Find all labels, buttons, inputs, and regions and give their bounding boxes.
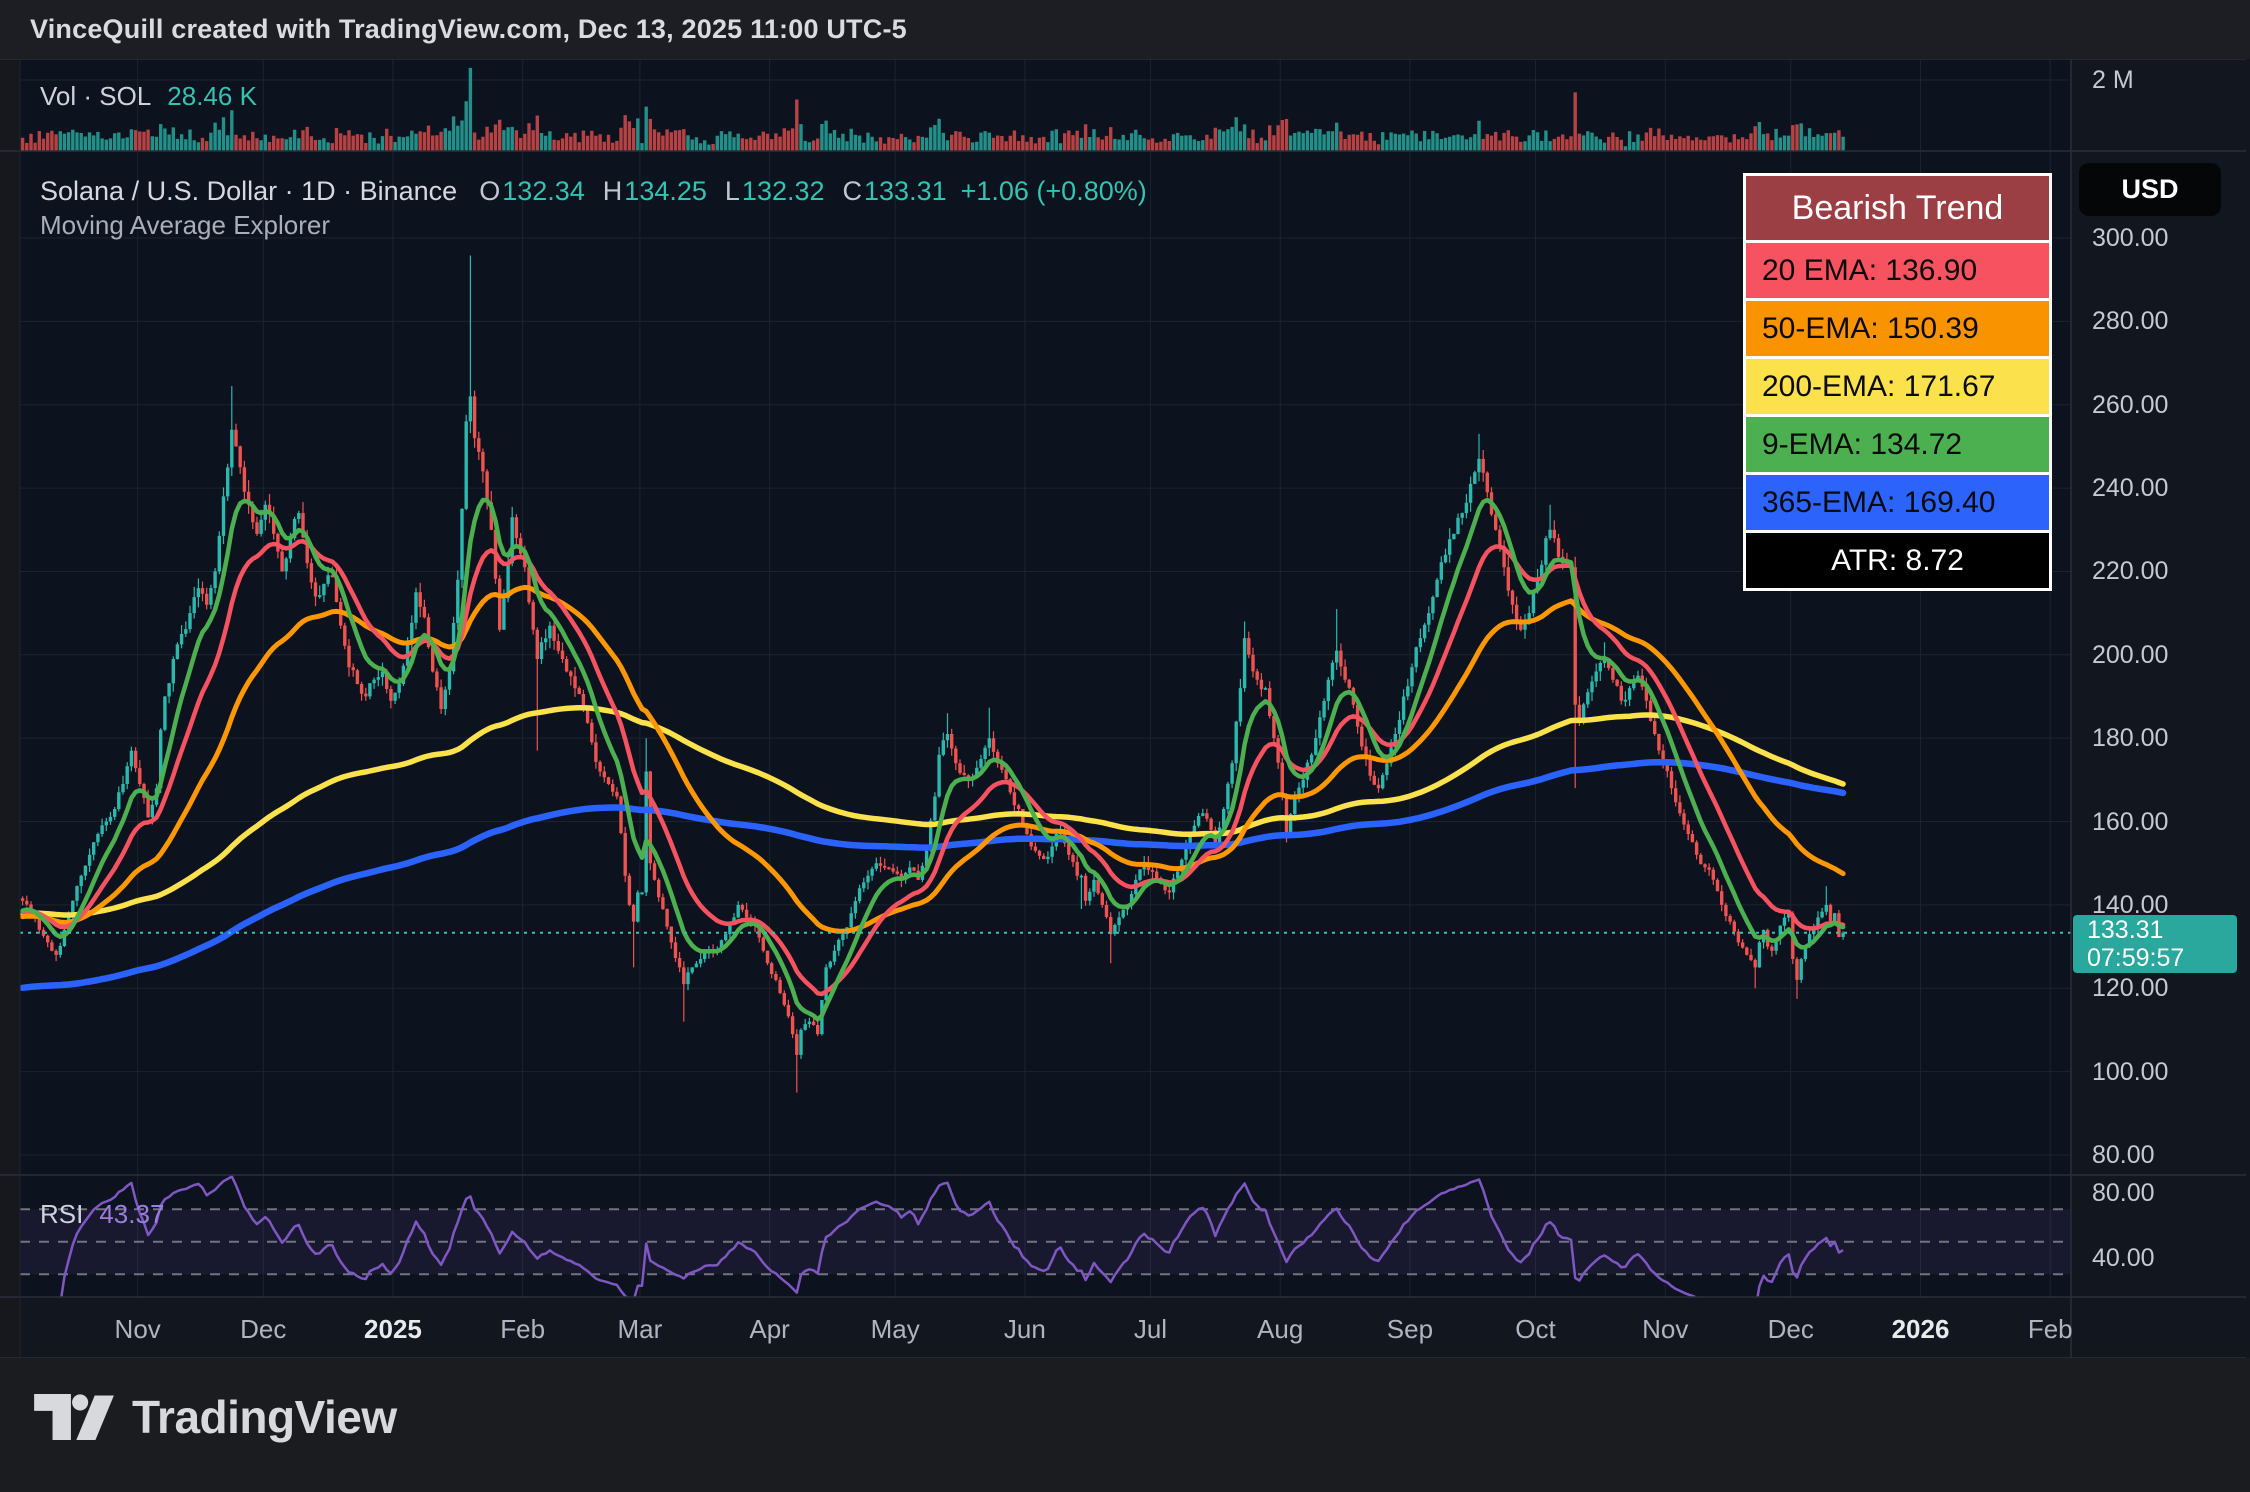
legend-row: ATR: 8.72 [1746,533,2049,588]
last-price-badge: 133.31 07:59:57 [2073,915,2237,973]
tradingview-logo-text: TradingView [132,1390,397,1444]
footer-bar: TradingView [0,1358,2250,1492]
legend-row: 20 EMA: 136.90 [1746,243,2049,298]
currency-toggle-button[interactable]: USD [2079,163,2221,216]
tradingview-logo[interactable]: TradingView [34,1390,397,1444]
attribution-bar: VinceQuill created with TradingView.com,… [0,0,2250,59]
legend-row: 200-EMA: 171.67 [1746,359,2049,414]
tradingview-chart-window: VinceQuill created with TradingView.com,… [0,0,2250,1492]
legend-row: 50-EMA: 150.39 [1746,301,2049,356]
tradingview-logo-icon [34,1394,114,1440]
bar-countdown: 07:59:57 [2087,944,2237,972]
trend-indicator-panel: Bearish Trend20 EMA: 136.9050-EMA: 150.3… [1743,173,2052,591]
legend-row: 9-EMA: 134.72 [1746,417,2049,472]
attribution-text: VinceQuill created with TradingView.com,… [30,14,907,45]
trend-title: Bearish Trend [1746,176,2049,240]
last-price-value: 133.31 [2087,916,2237,944]
legend-row: 365-EMA: 169.40 [1746,475,2049,530]
